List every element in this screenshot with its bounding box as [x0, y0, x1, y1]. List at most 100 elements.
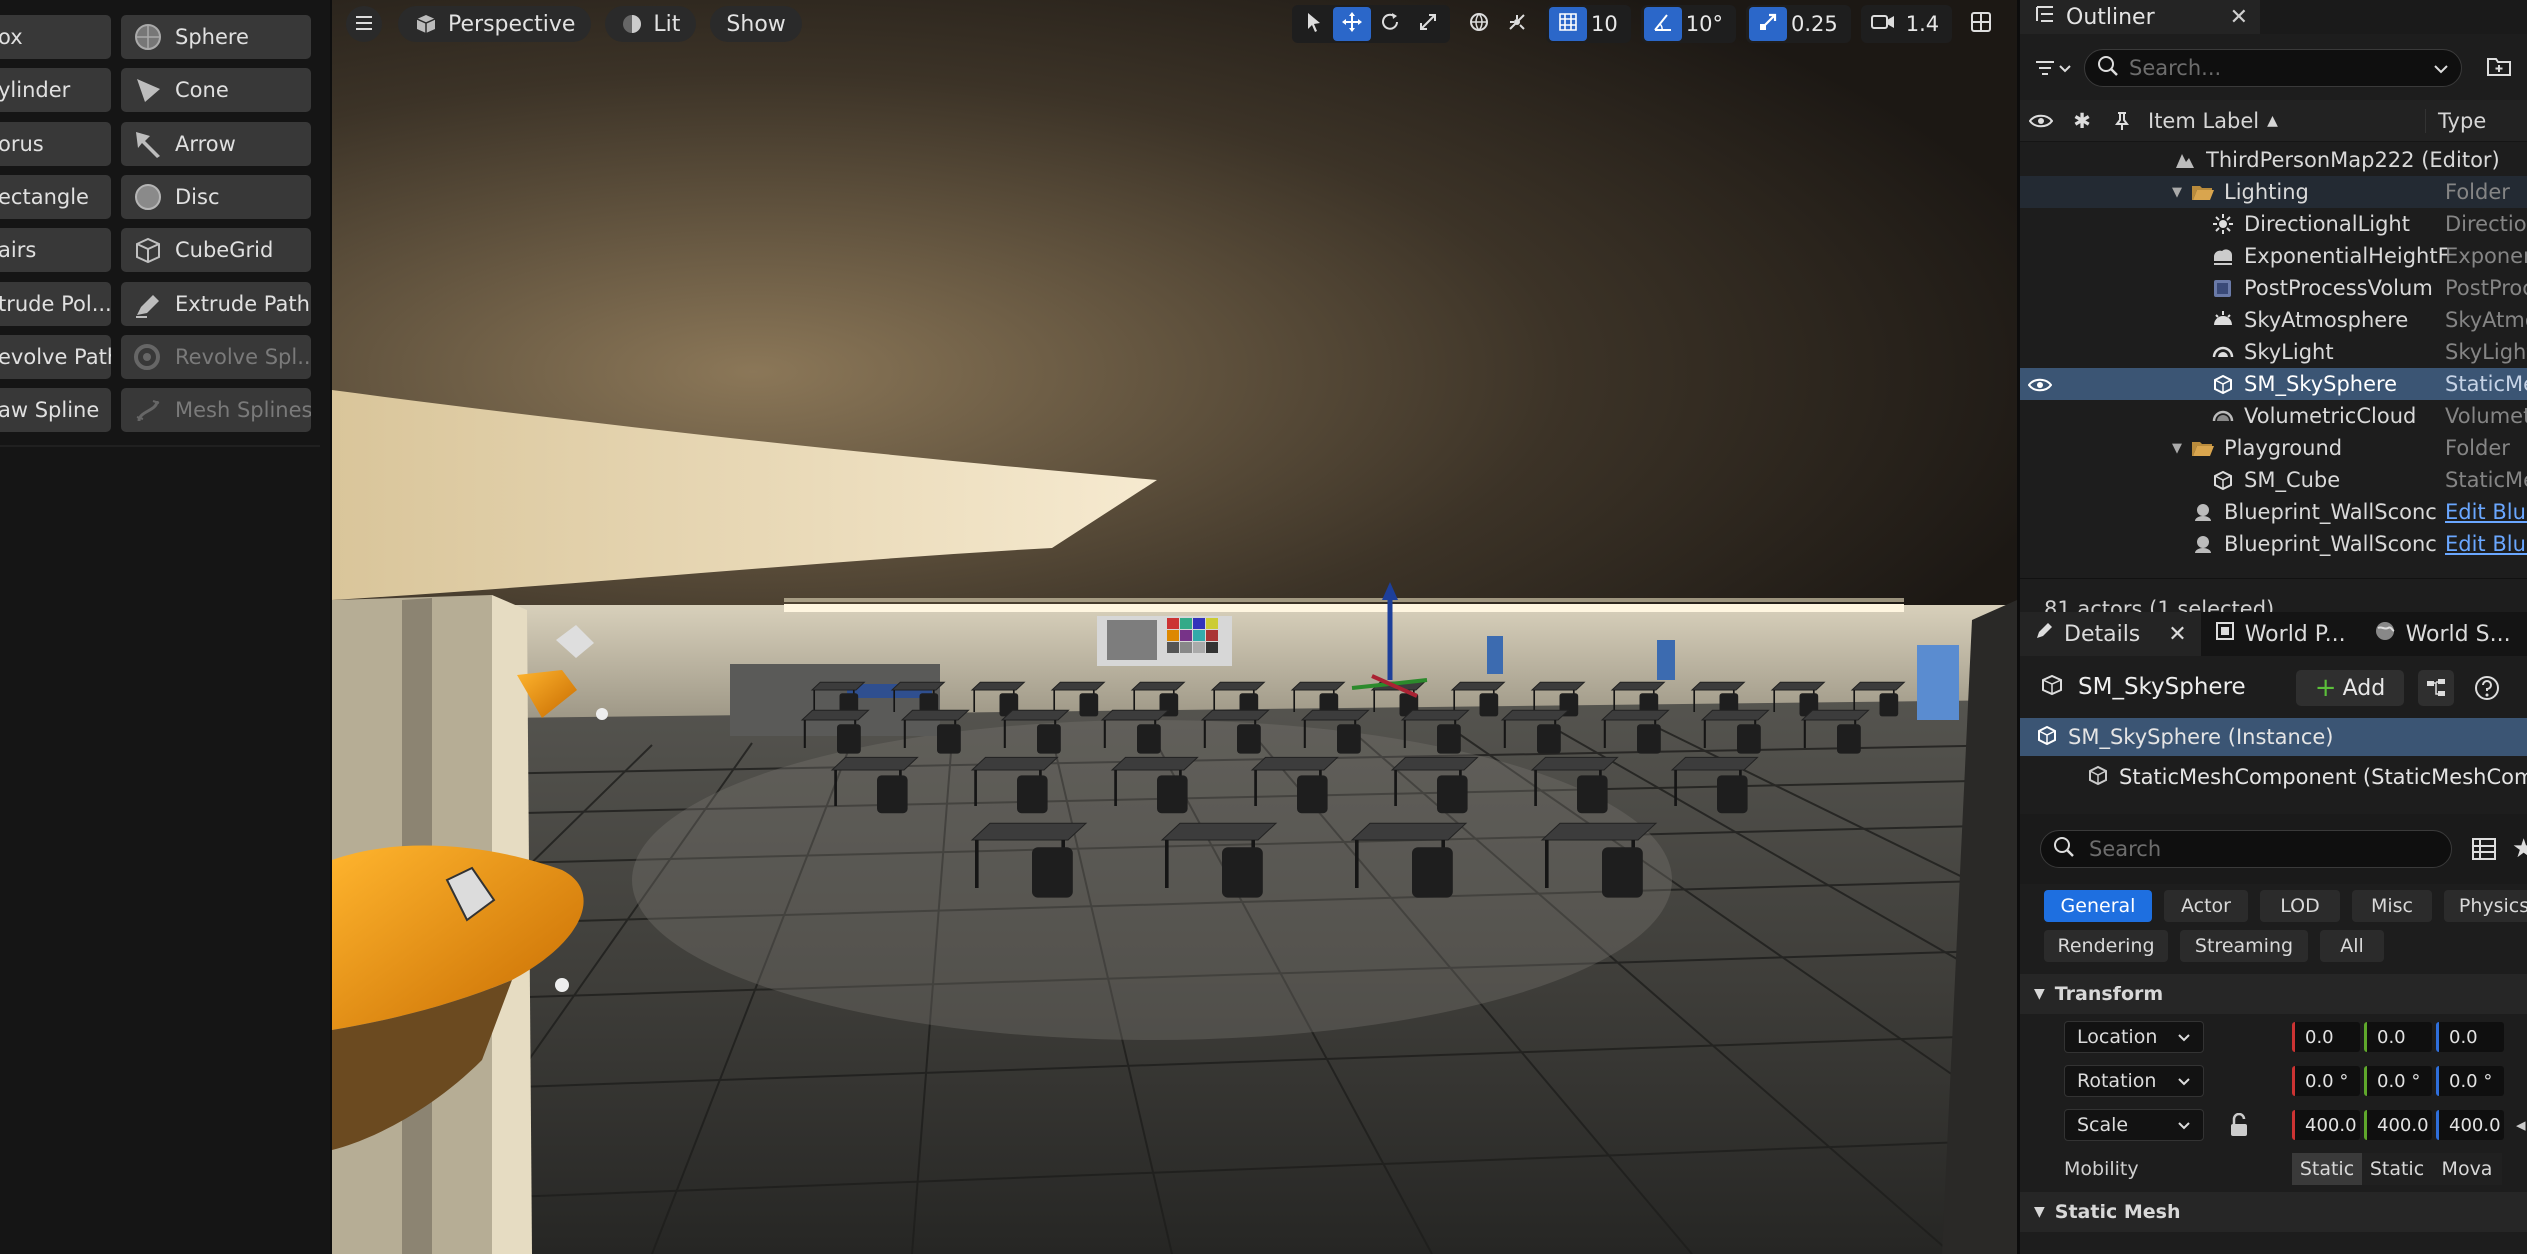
tree-row-post-process-volume[interactable]: PostProcessVolum PostProc [2020, 272, 2527, 304]
filter-general-button[interactable]: General [2044, 890, 2152, 922]
shape-stairs-button[interactable]: airs [0, 228, 111, 272]
tab-world-settings[interactable]: World S... [2360, 612, 2525, 656]
property-matrix-icon[interactable] [2472, 838, 2496, 865]
scale-y-field[interactable]: 400.0 [2364, 1110, 2432, 1140]
rotation-y-field[interactable]: 0.0 ° [2364, 1066, 2432, 1096]
add-component-button[interactable]: + Add [2296, 670, 2404, 706]
camera-speed-value[interactable]: 1.4 [1902, 12, 1949, 36]
tree-row-blueprint-wallsconce-2[interactable]: Blueprint_WallSconc Edit Blue [2020, 528, 2527, 560]
camera-speed-button[interactable] [1864, 7, 1902, 41]
filter-icon[interactable] [2034, 58, 2084, 78]
rotation-mode-dropdown[interactable]: Rotation [2064, 1065, 2204, 1097]
shape-extrude-polygon-button[interactable]: trude Pol... [0, 282, 111, 326]
scale-tool-button[interactable] [1409, 7, 1447, 41]
pin-column-icon[interactable] [2102, 111, 2142, 131]
lighting-mode-button[interactable]: Lit [605, 6, 697, 42]
tree-row-sm-skysphere[interactable]: SM_SkySphere StaticMe [2020, 368, 2527, 400]
level-viewport[interactable]: Perspective Lit Show 10 10° 0.25 1.4 [332, 0, 2017, 1254]
rotation-snap-toggle[interactable] [1643, 7, 1682, 41]
shape-revolve-spline-button[interactable]: Revolve Spl... [121, 335, 311, 379]
scale-x-field[interactable]: 400.0 [2292, 1110, 2360, 1140]
rotation-snap-value[interactable]: 10° [1682, 12, 1733, 36]
type-column-header[interactable]: Type [2425, 108, 2486, 133]
blueprint-convert-icon[interactable] [2418, 670, 2454, 706]
shape-cone-button[interactable]: Cone [121, 68, 311, 112]
tab-details[interactable]: Details ✕ [2020, 612, 2201, 656]
outliner-search-input[interactable]: Search... [2084, 49, 2462, 87]
shape-draw-spline-button[interactable]: aw Spline [0, 388, 111, 432]
shape-arrow-button[interactable]: Arrow [121, 122, 311, 166]
shape-revolve-path-button[interactable]: evolve Path [0, 335, 111, 379]
transform-section-header[interactable]: ▼ Transform [2020, 974, 2527, 1014]
favorite-column-star-icon[interactable]: ✱ [2062, 109, 2102, 133]
component-row-static-mesh[interactable]: StaticMeshComponent (StaticMeshCompo [2020, 758, 2527, 796]
tree-row-sm-cube[interactable]: SM_Cube StaticMes [2020, 464, 2527, 496]
edit-blueprint-link[interactable]: Edit Blue [2445, 532, 2527, 556]
shape-extrude-path-button[interactable]: Extrude Path [121, 282, 311, 326]
show-flags-button[interactable]: Show [710, 6, 802, 42]
shape-rectangle-button[interactable]: ectangle [0, 175, 111, 219]
filter-all-button[interactable]: All [2320, 930, 2384, 962]
filter-misc-button[interactable]: Misc [2352, 890, 2432, 922]
tree-row-folder-lighting[interactable]: ▼ Lighting Folder [2020, 176, 2527, 208]
filter-lod-button[interactable]: LOD [2260, 890, 2340, 922]
component-row-instance[interactable]: SM_SkySphere (Instance) [2020, 718, 2527, 756]
scale-snap-value[interactable]: 0.25 [1787, 12, 1848, 36]
filter-physics-button[interactable]: Physics [2444, 890, 2527, 922]
item-label-column-header[interactable]: Item Label ▲ [2142, 109, 2425, 133]
close-icon[interactable]: ✕ [2230, 5, 2248, 30]
tree-row-volumetric-cloud[interactable]: VolumetricCloud Volumetr [2020, 400, 2527, 432]
help-icon[interactable] [2474, 675, 2500, 706]
rotation-x-field[interactable]: 0.0 ° [2292, 1066, 2360, 1096]
scale-mode-dropdown[interactable]: Scale [2064, 1109, 2204, 1141]
filter-streaming-button[interactable]: Streaming [2180, 930, 2308, 962]
shape-torus-button[interactable]: orus [0, 122, 111, 166]
reset-arrow-icon[interactable]: ◂ [2516, 1114, 2526, 1136]
view-mode-button[interactable]: Perspective [398, 6, 592, 42]
maximize-viewport-button[interactable] [1962, 7, 2000, 41]
tree-row-blueprint-wallsconce-1[interactable]: Blueprint_WallSconc Edit Blue [2020, 496, 2527, 528]
world-local-toggle[interactable] [1460, 7, 1498, 41]
favorites-star-icon[interactable]: ★ [2512, 834, 2527, 864]
tree-row-map[interactable]: ThirdPersonMap222 (Editor) [2020, 144, 2527, 176]
surface-snap-button[interactable] [1498, 7, 1536, 41]
shape-cubegrid-button[interactable]: CubeGrid [121, 228, 311, 272]
outliner-tab[interactable]: Outliner ✕ [2020, 0, 2260, 34]
lock-open-icon[interactable] [2228, 1112, 2250, 1142]
viewport-menu-button[interactable] [346, 6, 382, 42]
visibility-column-eye-icon[interactable] [2020, 113, 2062, 129]
location-z-field[interactable]: 0.0 [2436, 1022, 2504, 1052]
tree-row-exponential-height-fog[interactable]: ExponentialHeightF Exponen [2020, 240, 2527, 272]
tab-world-partition[interactable]: World P... [2201, 612, 2360, 656]
selected-actor-name[interactable]: SM_SkySphere [2078, 674, 2246, 700]
shape-box-button[interactable]: ox [0, 15, 111, 59]
add-folder-icon[interactable] [2486, 55, 2512, 82]
shape-disc-button[interactable]: Disc [121, 175, 311, 219]
select-tool-button[interactable] [1295, 7, 1333, 41]
rotate-tool-button[interactable] [1371, 7, 1409, 41]
rotation-z-field[interactable]: 0.0 ° [2436, 1066, 2504, 1096]
filter-rendering-button[interactable]: Rendering [2044, 930, 2168, 962]
scale-snap-toggle[interactable] [1748, 7, 1787, 41]
location-x-field[interactable]: 0.0 [2292, 1022, 2360, 1052]
location-y-field[interactable]: 0.0 [2364, 1022, 2432, 1052]
grid-snap-value[interactable]: 10 [1587, 12, 1628, 36]
close-icon[interactable]: ✕ [2168, 622, 2186, 647]
filter-actor-button[interactable]: Actor [2164, 890, 2248, 922]
shape-mesh-splines-button[interactable]: Mesh Splines [121, 388, 311, 432]
grid-snap-toggle[interactable] [1549, 7, 1587, 41]
edit-blueprint-link[interactable]: Edit Blue [2445, 500, 2527, 524]
mobility-movable-button[interactable]: Mova [2432, 1153, 2502, 1185]
mobility-static-button[interactable]: Static [2292, 1153, 2362, 1185]
location-mode-dropdown[interactable]: Location [2064, 1021, 2204, 1053]
tree-row-directional-light[interactable]: DirectionalLight Directional [2020, 208, 2527, 240]
mobility-stationary-button[interactable]: Static [2362, 1153, 2432, 1185]
tree-row-folder-playground[interactable]: ▼ Playground Folder [2020, 432, 2527, 464]
tree-row-sky-light[interactable]: SkyLight SkyLight [2020, 336, 2527, 368]
visibility-eye-icon[interactable] [2027, 374, 2053, 398]
static-mesh-section-header[interactable]: ▼ Static Mesh [2020, 1192, 2527, 1232]
translate-tool-button[interactable] [1333, 7, 1371, 41]
details-search-input[interactable]: Search [2040, 830, 2452, 868]
shape-sphere-button[interactable]: Sphere [121, 15, 311, 59]
shape-cylinder-button[interactable]: ylinder [0, 68, 111, 112]
